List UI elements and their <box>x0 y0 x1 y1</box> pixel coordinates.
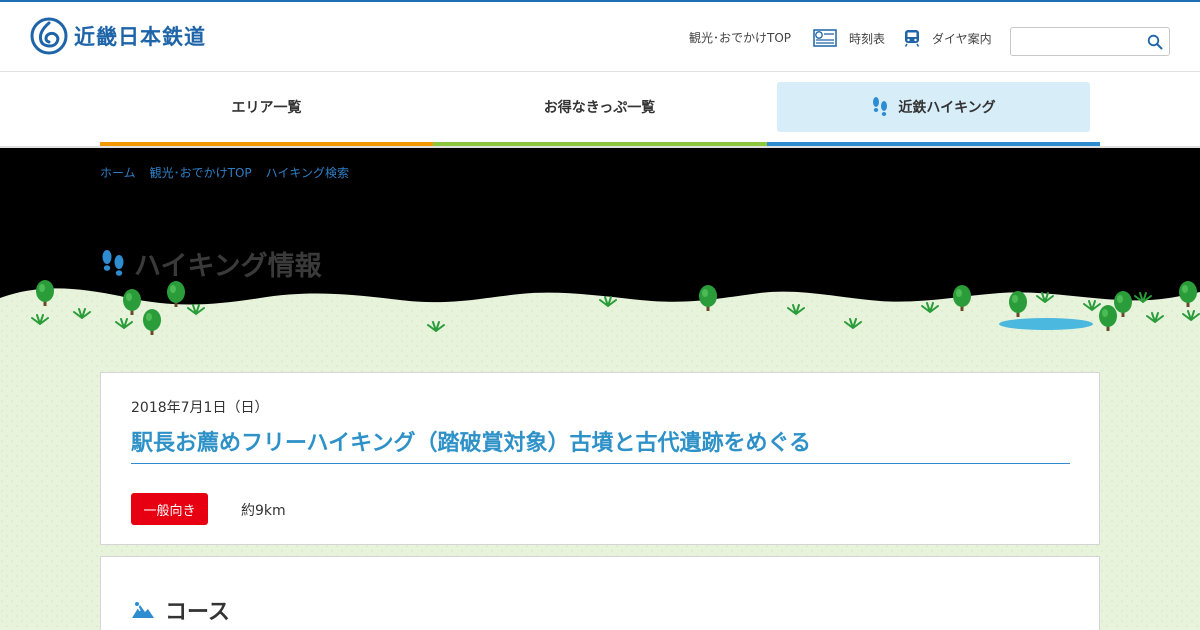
footprints-icon <box>102 249 124 276</box>
train-icon <box>904 30 920 47</box>
link-tourism-top-label: 観光･おでかけTOP <box>689 31 792 45</box>
link-timetable-label: 時刻表 <box>849 31 886 46</box>
site-header: 近畿日本鉄道 観光･おでかけTOP 時刻表 ダイヤ案内 <box>0 2 1200 72</box>
nav-ticket-list[interactable]: お得なきっぷ一覧 <box>443 82 756 132</box>
mountain-hiker-icon <box>132 602 154 618</box>
breadcrumb-home[interactable]: ホーム <box>100 164 136 181</box>
timetable-icon <box>813 29 837 47</box>
level-badge: 一般向き <box>131 493 208 525</box>
event-date: 2018年7月1日（日） <box>131 400 269 416</box>
link-route-guide-label: ダイヤ案内 <box>932 31 992 46</box>
site-logo[interactable]: 近畿日本鉄道 <box>30 17 206 55</box>
breadcrumb-tourism-top[interactable]: 観光･おでかけTOP <box>150 164 252 181</box>
footprints-icon <box>873 97 888 116</box>
nav-kintetsu-hiking[interactable]: 近鉄ハイキング <box>777 82 1090 132</box>
page-title-text: ハイキング情報 <box>134 251 322 282</box>
page-title: ハイキング情報 <box>100 244 322 283</box>
link-tourism-top[interactable]: 観光･おでかけTOP <box>689 29 791 46</box>
nav-area-list[interactable]: エリア一覧 <box>100 82 433 132</box>
event-title: 駅長お薦めフリーハイキング（踏破賞対象）古墳と古代遺跡をめぐる <box>131 425 1070 464</box>
link-route-guide[interactable]: ダイヤ案内 <box>904 29 992 47</box>
course-heading-text: コース <box>165 600 230 625</box>
search-input[interactable] <box>1017 32 1137 52</box>
breadcrumb: ホーム 観光･おでかけTOP ハイキング検索 <box>100 164 349 181</box>
nav-area-list-label: エリア一覧 <box>231 100 302 116</box>
site-search <box>1010 27 1170 56</box>
nav-ticket-list-label: お得なきっぷ一覧 <box>543 100 656 116</box>
course-card: コース <box>100 556 1100 630</box>
breadcrumb-hiking-search[interactable]: ハイキング検索 <box>266 164 349 181</box>
course-heading: コース <box>131 594 230 626</box>
nav-kintetsu-hiking-label: 近鉄ハイキング <box>898 100 996 116</box>
search-icon[interactable] <box>1147 34 1163 50</box>
global-nav: エリア一覧 お得なきっぷ一覧 近鉄ハイキング <box>100 72 1100 146</box>
kintetsu-logo-icon <box>30 17 68 55</box>
logo-text: 近畿日本鉄道 <box>74 25 206 49</box>
link-timetable[interactable]: 時刻表 <box>813 29 885 47</box>
event-distance: 約9km <box>241 503 286 519</box>
event-card: 2018年7月1日（日） 駅長お薦めフリーハイキング（踏破賞対象）古墳と古代遺跡… <box>100 372 1100 545</box>
